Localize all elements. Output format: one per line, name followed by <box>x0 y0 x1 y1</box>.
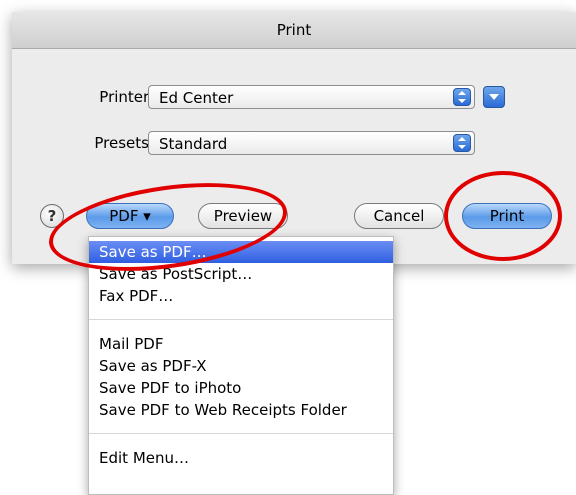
menu-item-save-pdf-to-web-receipts[interactable]: Save PDF to Web Receipts Folder <box>89 399 393 421</box>
presets-popup[interactable]: Standard <box>148 131 475 155</box>
menu-separator <box>89 433 393 434</box>
cancel-button[interactable]: Cancel <box>354 203 444 229</box>
pdf-menu: Save as PDF… Save as PostScript… Fax PDF… <box>88 236 394 495</box>
up-down-arrows-icon <box>453 88 471 106</box>
print-button[interactable]: Print <box>462 203 552 229</box>
pdf-button[interactable]: PDF ▾ <box>86 203 174 229</box>
presets-value: Standard <box>159 135 228 153</box>
help-button[interactable]: ? <box>40 204 64 228</box>
presets-label: Presets: <box>94 134 154 152</box>
menu-item-save-as-postscript[interactable]: Save as PostScript… <box>89 263 393 285</box>
title-bar: Print <box>12 12 576 49</box>
expand-dialog-button[interactable] <box>483 86 505 108</box>
menu-item-save-as-pdf-x[interactable]: Save as PDF-X <box>89 355 393 377</box>
menu-item-edit-menu[interactable]: Edit Menu… <box>89 447 393 469</box>
menu-separator <box>89 319 393 320</box>
preview-button[interactable]: Preview <box>198 203 288 229</box>
menu-item-fax-pdf[interactable]: Fax PDF… <box>89 285 393 307</box>
dialog-title: Print <box>276 21 312 39</box>
print-dialog: Print Printer: Ed Center Presets: Standa… <box>12 12 576 264</box>
printer-value: Ed Center <box>159 89 234 107</box>
printer-label: Printer: <box>99 88 154 106</box>
printer-popup[interactable]: Ed Center <box>148 85 475 109</box>
menu-item-mail-pdf[interactable]: Mail PDF <box>89 333 393 355</box>
up-down-arrows-icon <box>453 134 471 152</box>
menu-item-save-pdf-to-iphoto[interactable]: Save PDF to iPhoto <box>89 377 393 399</box>
menu-item-save-as-pdf[interactable]: Save as PDF… <box>89 241 393 263</box>
